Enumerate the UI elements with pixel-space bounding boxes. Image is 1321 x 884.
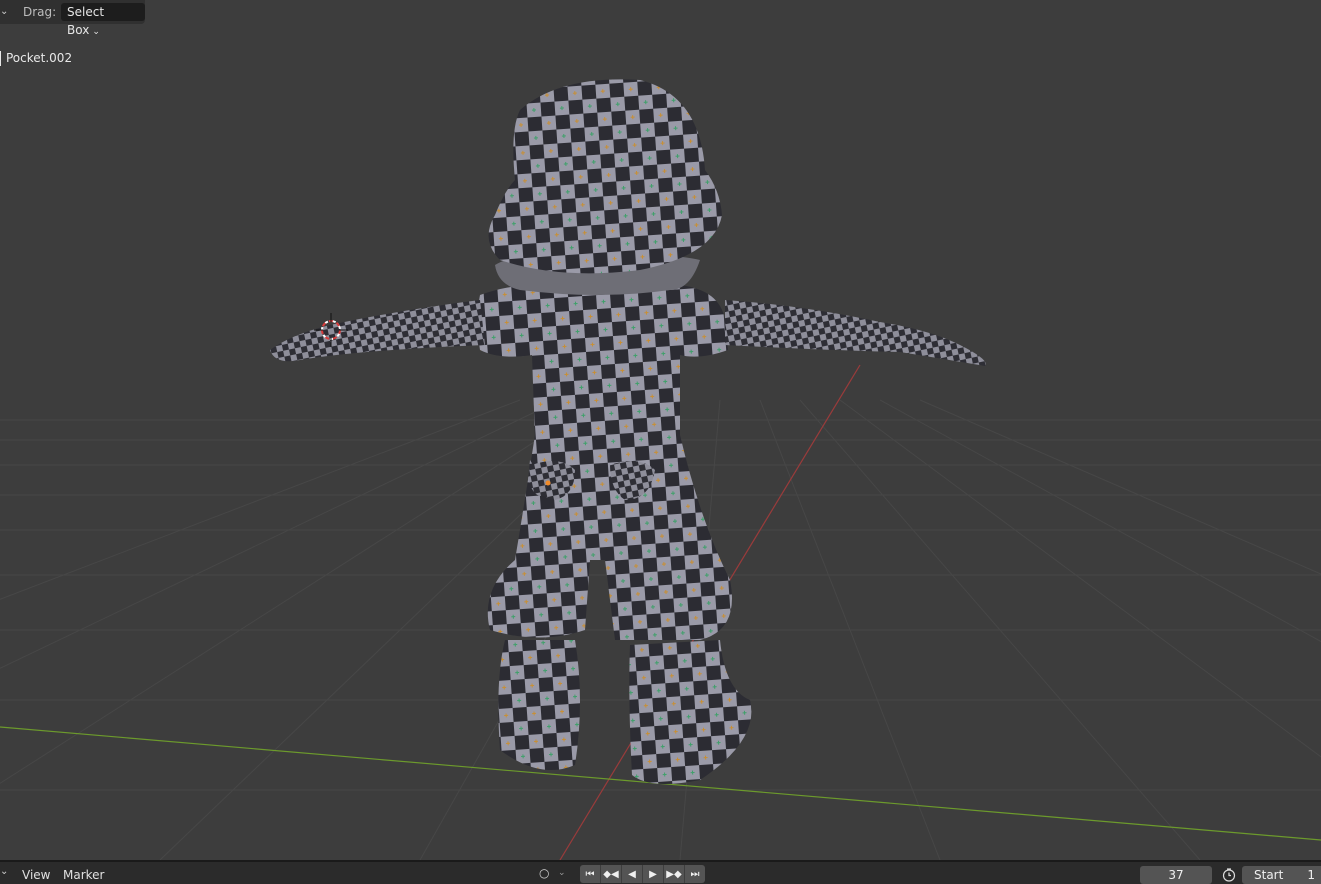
play-icon[interactable]: ▶ [643,865,664,883]
current-frame-field[interactable]: 37 [1140,866,1212,884]
next-keyframe-icon[interactable]: ▶◆ [664,865,685,883]
origin-point [545,480,551,486]
viewport-header: ⌄ Drag: Select Box ⌄ [0,0,145,37]
viewport-scene[interactable] [0,0,1321,860]
chevron-down-icon[interactable]: ⌄ [0,866,8,877]
character-model[interactable] [270,79,986,784]
drag-mode-dropdown[interactable]: Select Box ⌄ [61,3,145,37]
chevron-down-icon[interactable]: ⌄ [558,868,566,878]
chevron-down-icon[interactable]: ⌄ [0,4,10,20]
drag-label: Drag: [23,5,57,19]
jump-start-icon[interactable]: ⏮ [580,865,601,883]
jump-end-icon[interactable]: ⏭ [685,865,705,883]
timeline-header: ⌄ View Marker ○ ⌄ ⏮ ◆◀ ◀ ▶ ▶◆ ⏭ 37 Start… [0,860,1321,884]
start-value: 1 [1307,868,1315,882]
chevron-down-icon: ⌄ [92,27,100,37]
play-reverse-icon[interactable]: ◀ [622,865,643,883]
start-label: Start [1254,868,1284,882]
menu-view[interactable]: View [22,868,50,882]
start-frame-field[interactable]: Start 1 [1242,866,1321,884]
record-icon[interactable]: ○ [539,867,551,879]
3d-viewport[interactable]: ⌄ Drag: Select Box ⌄ Pocket.002 [0,0,1321,860]
prev-keyframe-icon[interactable]: ◆◀ [601,865,622,883]
active-object-label: Pocket.002 [0,51,72,66]
menu-marker[interactable]: Marker [63,868,104,882]
clock-icon[interactable] [1219,866,1239,884]
playback-controls: ⏮ ◆◀ ◀ ▶ ▶◆ ⏭ [580,865,705,883]
